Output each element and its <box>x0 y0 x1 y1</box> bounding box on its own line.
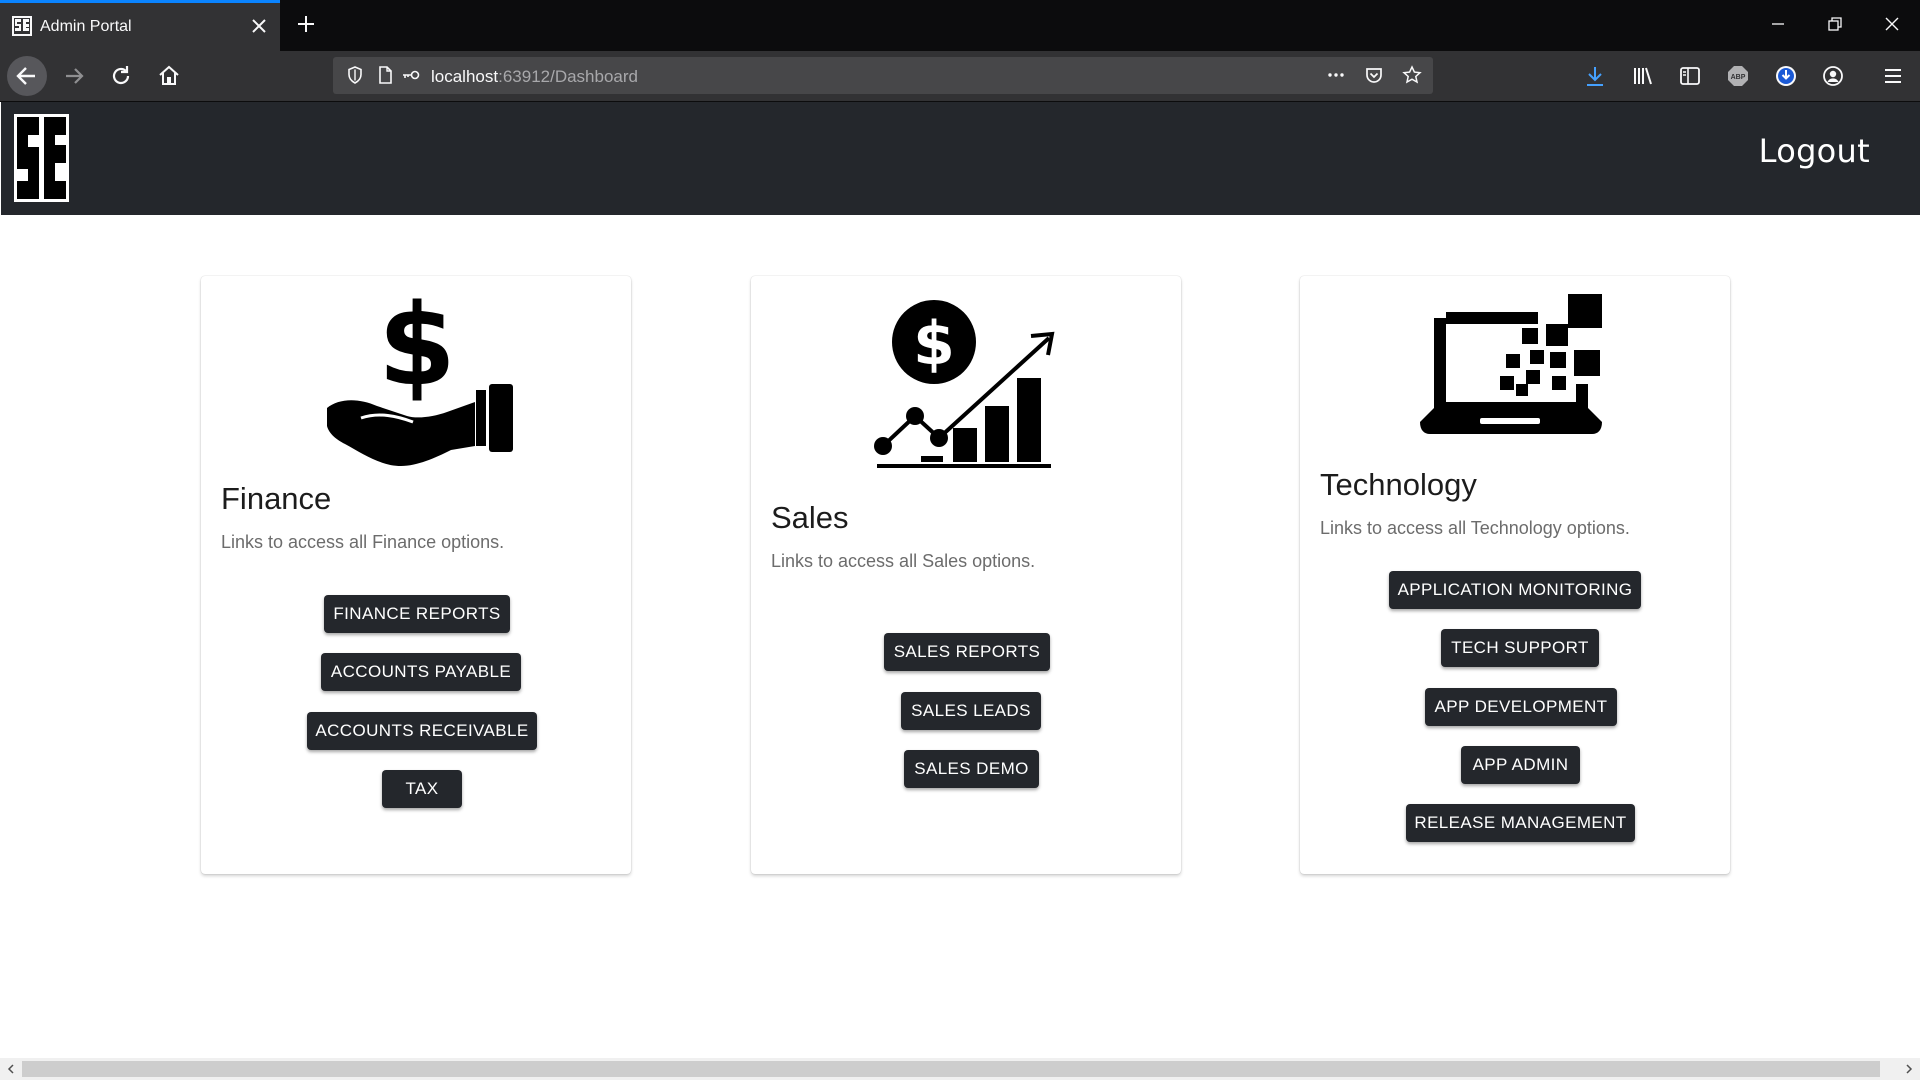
hand-holding-dollar-icon: $ <box>327 290 513 466</box>
card-description: Links to access all Technology options. <box>1320 518 1630 538</box>
svg-text:ABP: ABP <box>1731 74 1746 81</box>
tech-support-button[interactable]: TECH SUPPORT <box>1441 629 1599 667</box>
library-icon[interactable] <box>1631 64 1655 88</box>
browser-tab-bar: Admin Portal <box>0 0 1920 51</box>
se-logo-icon <box>17 117 66 199</box>
shield-icon[interactable] <box>345 65 365 85</box>
restore-window-icon[interactable] <box>1827 16 1843 32</box>
app-admin-button[interactable]: APP ADMIN <box>1461 746 1580 784</box>
finance-reports-button[interactable]: FINANCE REPORTS <box>324 595 510 633</box>
accounts-payable-button[interactable]: ACCOUNTS PAYABLE <box>321 653 521 691</box>
close-window-icon[interactable] <box>1884 16 1900 32</box>
application-monitoring-button[interactable]: APPLICATION MONITORING <box>1389 571 1641 609</box>
browser-tab-admin-portal[interactable]: Admin Portal <box>0 0 280 51</box>
forward-arrow-icon[interactable] <box>56 58 92 94</box>
scrollbar-thumb[interactable] <box>22 1061 1880 1077</box>
card-description: Links to access all Finance options. <box>221 532 505 552</box>
sales-demo-button[interactable]: SALES DEMO <box>904 750 1039 788</box>
page-actions-ellipsis-icon[interactable] <box>1326 65 1346 85</box>
adblock-plus-icon[interactable]: ABP <box>1726 64 1750 88</box>
digital-laptop-icon <box>1420 294 1602 434</box>
technology-card: Technology Links to access all Technolog… <box>1300 276 1730 874</box>
hamburger-menu-icon[interactable] <box>1881 64 1905 88</box>
pocket-icon[interactable] <box>1364 65 1384 85</box>
browser-navigation-bar: localhost:63912/Dashboard ABP <box>0 51 1920 102</box>
url-host: localhost <box>431 67 499 86</box>
sales-reports-button[interactable]: SALES REPORTS <box>884 633 1050 671</box>
finance-card: $ Finance Links to access all Finance op… <box>201 276 631 874</box>
minimize-window-icon[interactable] <box>1770 16 1786 32</box>
close-tab-icon[interactable] <box>250 17 268 35</box>
new-tab-plus-icon[interactable] <box>296 14 316 34</box>
sales-card: $ Sales Links to access all Sales option… <box>751 276 1181 874</box>
horizontal-scrollbar[interactable] <box>0 1058 1920 1080</box>
address-bar[interactable]: localhost:63912/Dashboard <box>333 57 1433 94</box>
home-icon[interactable] <box>151 58 187 94</box>
sales-growth-chart-icon: $ <box>874 300 1055 468</box>
svg-text:$: $ <box>378 290 456 411</box>
tax-button[interactable]: TAX <box>382 770 462 808</box>
account-icon[interactable] <box>1821 64 1845 88</box>
sidebar-icon[interactable] <box>1678 64 1702 88</box>
release-management-button[interactable]: RELEASE MANAGEMENT <box>1406 804 1635 842</box>
back-arrow-icon <box>16 67 35 85</box>
app-development-button[interactable]: APP DEVELOPMENT <box>1425 688 1617 726</box>
accounts-receivable-button[interactable]: ACCOUNTS RECEIVABLE <box>307 712 537 750</box>
se-logo[interactable] <box>14 114 69 202</box>
scroll-left-arrow-icon[interactable] <box>4 1062 18 1076</box>
scroll-right-arrow-icon[interactable] <box>1902 1062 1916 1076</box>
key-icon[interactable] <box>401 65 421 85</box>
downloads-icon[interactable] <box>1583 64 1607 88</box>
card-description: Links to access all Sales options. <box>771 551 1036 571</box>
site-header: Logout <box>1 102 1920 215</box>
download-manager-extension-icon[interactable] <box>1774 64 1798 88</box>
sales-leads-button[interactable]: SALES LEADS <box>901 692 1041 730</box>
site-favicon-icon <box>12 16 32 36</box>
card-title: Technology <box>1320 467 1477 502</box>
url-text[interactable]: localhost:63912/Dashboard <box>431 67 638 87</box>
back-button[interactable] <box>7 56 47 96</box>
url-path: :63912/Dashboard <box>498 67 638 86</box>
logout-link[interactable]: Logout <box>1759 132 1870 170</box>
bookmark-star-icon[interactable] <box>1402 65 1422 85</box>
card-title: Finance <box>221 481 332 516</box>
tab-title: Admin Portal <box>40 18 132 35</box>
card-title: Sales <box>771 500 849 535</box>
reload-icon[interactable] <box>103 58 139 94</box>
page-icon[interactable] <box>375 65 395 85</box>
svg-text:$: $ <box>913 309 955 379</box>
